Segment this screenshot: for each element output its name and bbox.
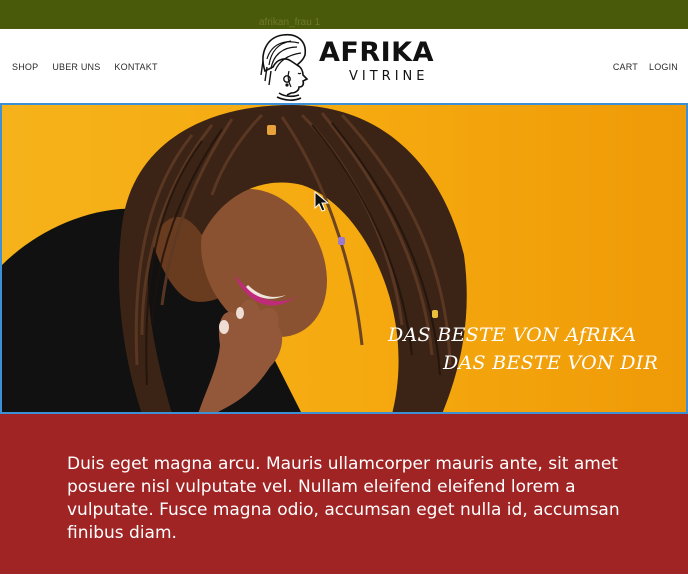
login-link[interactable]: LOGIN: [649, 62, 678, 72]
intro-paragraph: Duis eget magna arcu. Mauris ullamcorper…: [67, 454, 620, 543]
woman-headwrap-icon: [260, 33, 309, 101]
top-banner: afrikan_frau 1: [0, 0, 688, 29]
nav-about-link[interactable]: UBER UNS: [52, 62, 100, 72]
logo-title: AFRIKA: [319, 37, 434, 68]
site-logo[interactable]: AFRIKA VITRINE: [257, 31, 447, 101]
intro-section: Duis eget magna arcu. Mauris ullamcorper…: [0, 414, 688, 574]
main-nav: SHOP UBER UNS KONTAKT: [12, 62, 158, 72]
site-header: SHOP UBER UNS KONTAKT AFRIKA VITRINE CAR…: [0, 29, 688, 105]
logo-subtitle: VITRINE: [349, 69, 429, 84]
nav-contact-link[interactable]: KONTAKT: [114, 62, 157, 72]
nav-shop-link[interactable]: SHOP: [12, 62, 38, 72]
cart-link[interactable]: CART: [613, 62, 638, 72]
hero-headline-2: DAS BESTE VON DIR: [443, 352, 659, 374]
hero-banner: DAS BESTE VON AfRIKA DAS BESTE VON DIR: [0, 105, 688, 414]
hero-headline-1: DAS BESTE VON AfRIKA: [388, 324, 637, 346]
account-nav: CART LOGIN: [613, 62, 678, 72]
banner-image-alt-text: afrikan_frau 1: [259, 17, 321, 28]
